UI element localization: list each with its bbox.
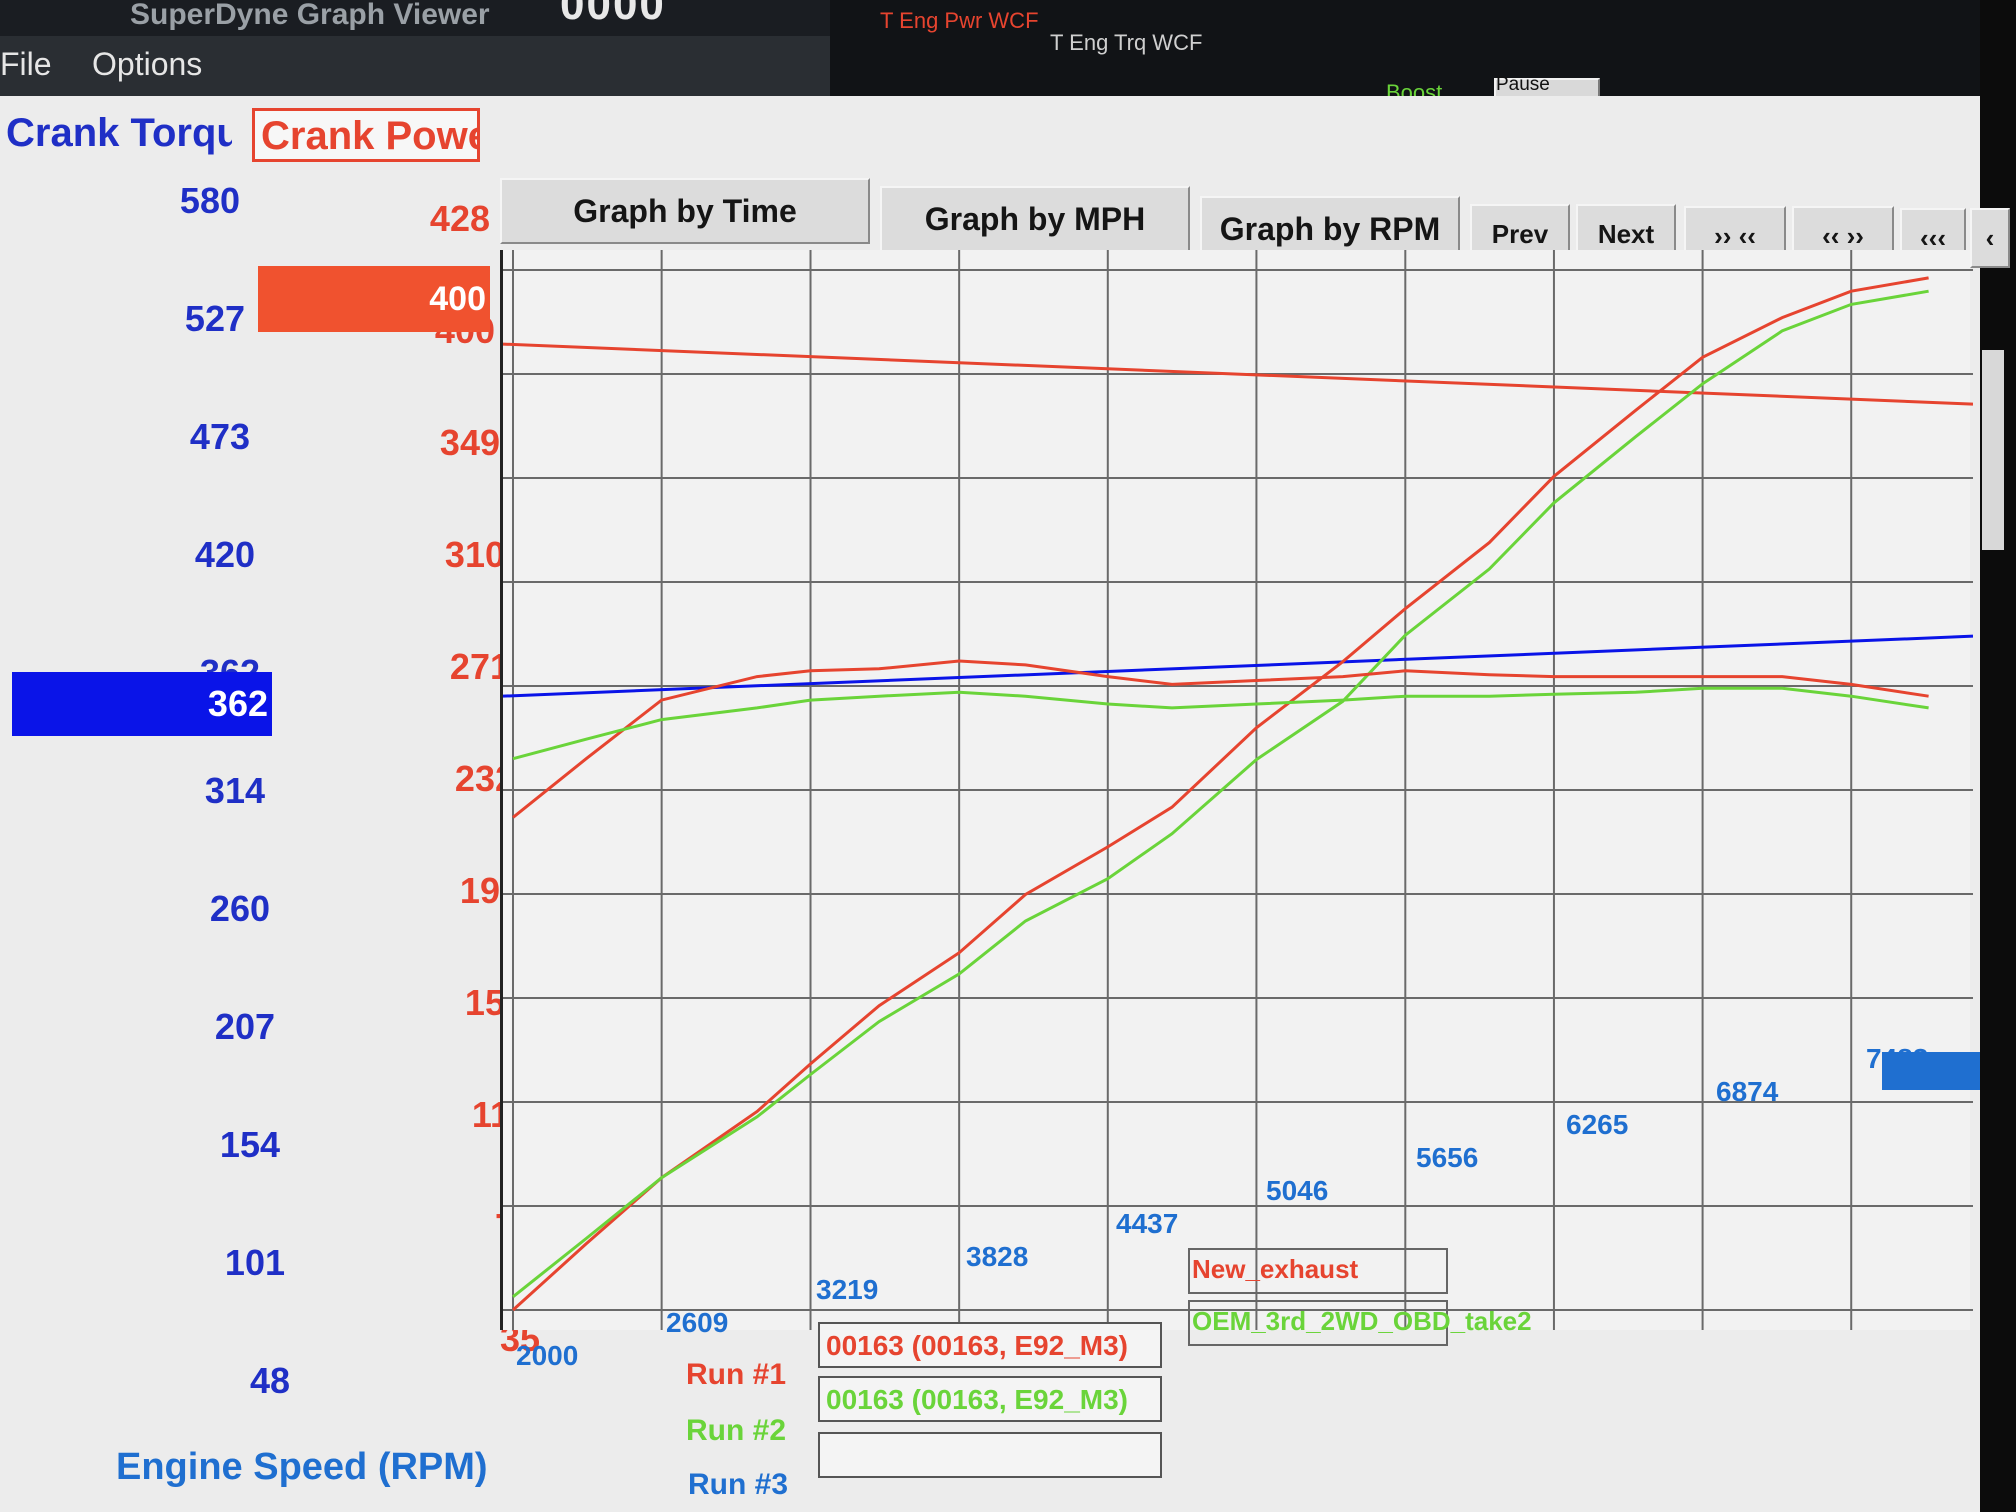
rpm-tick-label: 5656 <box>1416 1142 1479 1173</box>
title-counter: 0000 <box>560 0 666 29</box>
run-2-name: OEM_3rd_2WD_OBD_take2 <box>1192 1306 1532 1336</box>
torque-tick-label: 580 <box>179 180 240 221</box>
channel-torque[interactable]: T Eng Trq WCF <box>1050 30 1202 56</box>
power-tick-label: 232 <box>454 758 515 799</box>
run-3-file-field[interactable] <box>818 1432 1162 1478</box>
menu-options[interactable]: Options <box>92 46 202 83</box>
power-tick-label: 349 <box>439 422 500 463</box>
power-tick-label: 428 <box>429 198 490 239</box>
x-axis-label: Engine Speed (RPM) <box>116 1446 488 1488</box>
run-2-file-field[interactable]: 00163 (00163, E92_M3) <box>818 1376 1162 1422</box>
menu-bar: File Options <box>0 36 830 96</box>
power-tick-label: 271 <box>449 646 510 687</box>
window-title: SuperDyne Graph Viewer <box>130 0 490 31</box>
torque-marker-value[interactable]: 362 <box>12 672 272 736</box>
power-scale-title[interactable]: Crank Power <box>252 108 480 162</box>
rpm-tick-label: 6874 <box>1716 1076 1779 1107</box>
run-1-name: New_exhaust <box>1192 1254 1359 1284</box>
torque-tick-label: 207 <box>214 1006 275 1047</box>
run-2-label[interactable]: Run #2 <box>686 1414 786 1448</box>
graph-by-time-button[interactable]: Graph by Time <box>500 178 870 244</box>
rpm-tick-label: 2609 <box>666 1307 729 1338</box>
torque-tick-label: 314 <box>204 770 265 811</box>
power-tick-label: 310 <box>444 534 505 575</box>
dyno-plot[interactable] <box>500 250 1973 1330</box>
scroll-step-button[interactable]: ‹ <box>1970 208 2010 268</box>
rpm-tick-label: 4437 <box>1116 1208 1179 1239</box>
torque-tick-label: 154 <box>219 1124 280 1165</box>
series-torque-3 <box>512 686 1929 761</box>
run-1-label[interactable]: Run #1 <box>686 1358 786 1392</box>
title-bar: SuperDyne Graph Viewer 0000 <box>0 0 830 36</box>
series-power-0 <box>511 276 1929 1312</box>
rpm-tick-label: 6265 <box>1566 1109 1629 1140</box>
run-3-label[interactable]: Run #3 <box>688 1468 788 1502</box>
torque-tick-label: 101 <box>224 1242 285 1283</box>
torque-tick-label: 473 <box>189 416 250 457</box>
rpm-tick-label: 3828 <box>966 1241 1029 1272</box>
series-power-1 <box>512 289 1929 1298</box>
vertical-scrollbar[interactable] <box>1982 350 2004 550</box>
channel-power[interactable]: T Eng Pwr WCF <box>880 8 1039 34</box>
torque-tick-label: 260 <box>209 888 270 929</box>
menu-file[interactable]: File <box>0 46 52 83</box>
rpm-tick-label: 5046 <box>1266 1175 1329 1206</box>
graph-by-mph-button[interactable]: Graph by MPH <box>880 186 1190 252</box>
run-1-file-field[interactable]: 00163 (00163, E92_M3) <box>818 1322 1162 1368</box>
rpm-axis-end-marker <box>1882 1052 1980 1090</box>
dyno-chart-svg <box>503 250 1973 1330</box>
torque-tick-label: 527 <box>184 298 245 339</box>
torque-tick-label: 48 <box>249 1360 290 1401</box>
torque-tick-label: 420 <box>194 534 255 575</box>
rpm-tick-label: 3219 <box>816 1274 879 1305</box>
rpm-tick-label: 2000 <box>516 1340 579 1371</box>
torque-scale-title[interactable]: Crank Torque <box>0 108 232 162</box>
power-marker-value[interactable]: 400 <box>258 266 490 332</box>
series-torque-2 <box>512 659 1929 819</box>
